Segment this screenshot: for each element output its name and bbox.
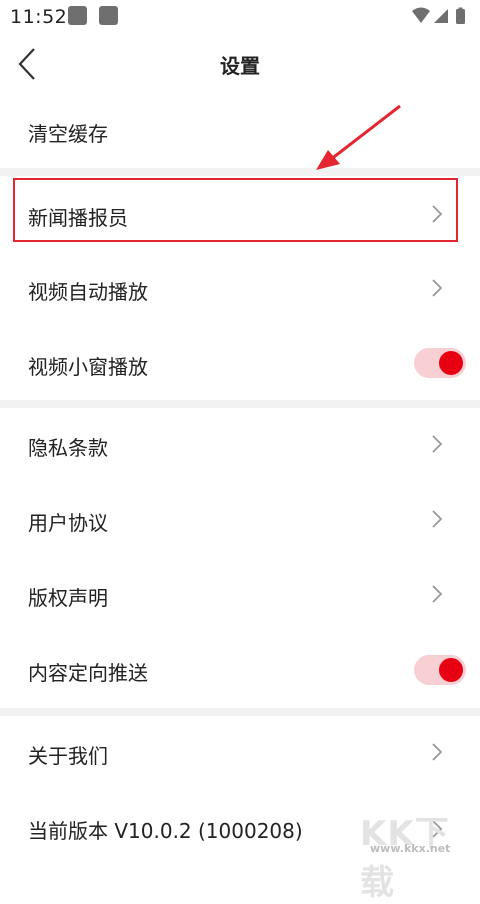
clear-cache-label: 清空缓存 <box>28 122 108 146</box>
section-divider <box>0 400 480 408</box>
video-small-window-row: 视频小窗播放 <box>0 327 480 400</box>
nav-bar: 设置 <box>0 36 480 92</box>
annotation-arrow-icon <box>316 104 401 170</box>
notification-icon <box>99 6 118 25</box>
user-agreement-label: 用户协议 <box>28 511 108 535</box>
signal-icon <box>434 9 448 23</box>
video-autoplay-row[interactable]: 视频自动播放 <box>0 252 480 327</box>
content-push-label: 内容定向推送 <box>28 661 148 685</box>
system-status-icons <box>412 7 465 24</box>
chevron-right-icon <box>432 585 443 603</box>
privacy-label: 隐私条款 <box>28 436 108 460</box>
watermark-text: KK下载 <box>360 814 450 903</box>
privacy-row[interactable]: 隐私条款 <box>0 408 480 483</box>
version-label: 当前版本 V10.0.2 (1000208) <box>28 819 303 843</box>
toggle-knob <box>439 658 463 682</box>
chevron-right-icon <box>432 435 443 453</box>
chevron-right-icon <box>432 743 443 761</box>
video-autoplay-label: 视频自动播放 <box>28 280 148 304</box>
content-push-toggle[interactable] <box>414 655 466 685</box>
section-divider <box>0 708 480 716</box>
news-anchor-label: 新闻播报员 <box>28 206 128 230</box>
about-us-row[interactable]: 关于我们 <box>0 716 480 791</box>
copyright-row[interactable]: 版权声明 <box>0 558 480 633</box>
battery-icon <box>456 9 465 24</box>
user-agreement-row[interactable]: 用户协议 <box>0 483 480 558</box>
chevron-right-icon <box>432 205 443 223</box>
wifi-icon <box>412 7 430 23</box>
status-bar: 11:52 <box>0 0 480 36</box>
status-time: 11:52 <box>10 6 68 28</box>
about-us-label: 关于我们 <box>28 744 108 768</box>
notification-icon <box>68 6 87 25</box>
chevron-right-icon <box>432 510 443 528</box>
content-push-row: 内容定向推送 <box>0 633 480 708</box>
video-small-window-label: 视频小窗播放 <box>28 355 148 379</box>
chevron-right-icon <box>432 279 443 297</box>
news-anchor-row[interactable]: 新闻播报员 <box>0 176 480 252</box>
watermark-url: www.kkx.net <box>370 842 451 855</box>
page-title: 设置 <box>220 54 260 78</box>
watermark: KK下载 www.kkx.net <box>330 804 470 903</box>
toggle-knob <box>439 351 463 375</box>
copyright-label: 版权声明 <box>28 586 108 610</box>
video-small-window-toggle[interactable] <box>414 348 466 378</box>
